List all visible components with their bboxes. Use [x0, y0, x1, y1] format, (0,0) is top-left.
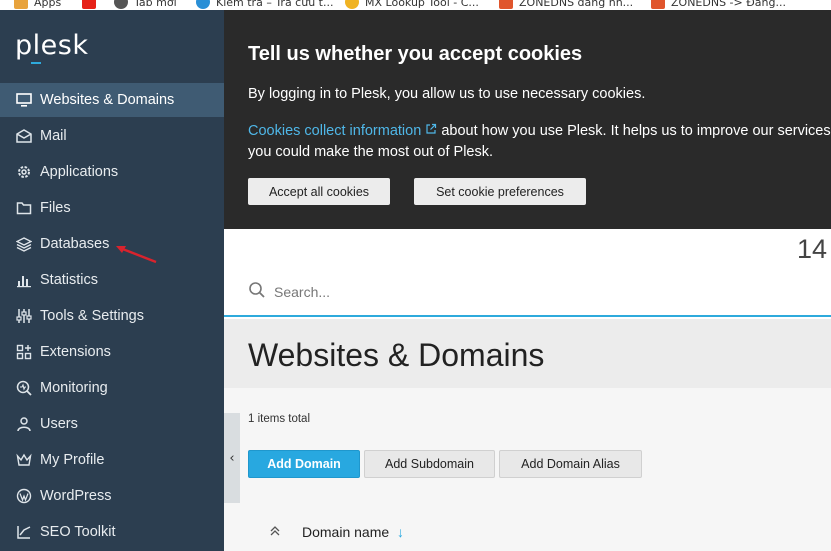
external-link-icon: [426, 123, 437, 134]
cookie-banner-text: By logging in to Plesk, you allow us to …: [248, 86, 646, 102]
accept-all-cookies-button[interactable]: Accept all cookies: [248, 178, 390, 205]
sidebar-item-label: Mail: [40, 128, 67, 144]
sidebar-item-label: My Profile: [40, 452, 105, 468]
monitor-icon: [15, 91, 33, 109]
bookmark-label: Kiểm tra – Tra cứu t...: [216, 0, 334, 9]
add-domain-alias-button[interactable]: Add Domain Alias: [499, 450, 642, 478]
w-icon: [196, 0, 210, 9]
youtube-icon: [82, 0, 96, 9]
sidebar-item-files[interactable]: Files: [0, 191, 224, 225]
domains-panel: 1 items total Add Domain Add Subdomain A…: [224, 388, 831, 551]
page-title: Websites & Domains: [248, 337, 545, 373]
zonedns-icon: [651, 0, 665, 9]
gear-icon: [15, 163, 33, 181]
bookmark-label: ZONEDNS đăng nh...: [519, 0, 634, 9]
sidebar-item-statistics[interactable]: Statistics: [0, 263, 224, 297]
sidebar-item-label: Users: [40, 416, 78, 432]
bookmark-zonedns-1[interactable]: ZONEDNS đăng nh...: [499, 0, 633, 10]
sidebar-item-tools-settings[interactable]: Tools & Settings: [0, 299, 224, 333]
bookmark-label: MX Lookup Tool - C...: [365, 0, 479, 9]
bookmark-label: ZONEDNS -> Đăng...: [671, 0, 786, 9]
cookie-preferences-button[interactable]: Set cookie preferences: [414, 178, 586, 205]
layers-icon: [15, 235, 33, 253]
cookie-banner-title: Tell us whether you accept cookies: [248, 43, 583, 65]
sidebar-item-applications[interactable]: Applications: [0, 155, 224, 189]
sort-down-icon: ↓: [397, 524, 405, 540]
items-total: 1 items total: [248, 413, 310, 425]
sidebar-item-websites-domains[interactable]: Websites & Domains: [0, 83, 224, 117]
mx-icon: [345, 0, 359, 9]
sidebar-item-label: Tools & Settings: [40, 308, 144, 324]
bookmark-label: Apps: [34, 0, 62, 9]
bookmark-label: Tab mới: [134, 0, 177, 9]
search-input[interactable]: [274, 283, 574, 300]
cookies-info-link-text: Cookies collect information: [248, 123, 422, 139]
sidebar-item-label: Websites & Domains: [40, 92, 175, 108]
cookie-banner-details: Cookies collect information about how yo…: [248, 121, 831, 163]
bar-chart-icon: [15, 271, 33, 289]
add-subdomain-button[interactable]: Add Subdomain: [364, 450, 495, 478]
bookmark-new-tab[interactable]: Tab mới: [114, 0, 177, 10]
sidebar-item-label: SEO Toolkit: [40, 524, 116, 540]
crown-icon: [15, 451, 33, 469]
sidebar-item-label: Extensions: [40, 344, 111, 360]
sidebar-item-label: Applications: [40, 164, 119, 180]
bookmark-mx-lookup[interactable]: MX Lookup Tool - C...: [345, 0, 479, 10]
wordpress-icon: [15, 487, 33, 505]
sidebar-item-label: WordPress: [40, 488, 112, 504]
cookies-info-link[interactable]: Cookies collect information: [248, 123, 437, 139]
sidebar-item-label: Statistics: [40, 272, 99, 288]
bookmark-zonedns-2[interactable]: ZONEDNS -> Đăng...: [651, 0, 786, 10]
extensions-icon: [15, 343, 33, 361]
bookmark-apps[interactable]: Apps: [14, 0, 61, 10]
sidebar-item-users[interactable]: Users: [0, 407, 224, 441]
sidebar-item-my-profile[interactable]: My Profile: [0, 443, 224, 477]
search-icon: [248, 281, 266, 303]
sliders-icon: [15, 307, 33, 325]
sidebar-item-mail[interactable]: Mail: [0, 119, 224, 153]
sidebar-item-wordpress[interactable]: WordPress: [0, 479, 224, 513]
apps-grid-icon: [14, 0, 28, 9]
column-header-label: Domain name: [302, 524, 390, 540]
page-counter: 14: [796, 234, 827, 264]
tab-icon: [114, 0, 128, 9]
user-icon: [15, 415, 33, 433]
logo-accent: [31, 62, 41, 64]
bookmarks-bar: Apps Tab mới Kiểm tra – Tra cứu t... MX …: [0, 0, 831, 10]
plesk-logo[interactable]: plesk: [15, 30, 88, 61]
chevron-left-icon: ‹: [229, 450, 235, 466]
sidebar-collapse-handle[interactable]: ‹: [224, 413, 240, 503]
sidebar-item-label: Databases: [40, 236, 110, 252]
sidebar: plesk Websites & Domains Mail Applicatio…: [0, 10, 224, 551]
cookie-banner: Tell us whether you accept cookies By lo…: [224, 10, 831, 229]
column-header-domain-name[interactable]: Domain name ↓: [302, 524, 404, 540]
sidebar-item-label: Monitoring: [40, 380, 108, 396]
chevron-up-icon[interactable]: [270, 525, 280, 539]
sidebar-item-label: Files: [40, 200, 71, 216]
mail-icon: [15, 127, 33, 145]
table-header: Domain name ↓: [224, 513, 831, 551]
sidebar-item-monitoring[interactable]: Monitoring: [0, 371, 224, 405]
add-domain-button[interactable]: Add Domain: [248, 450, 360, 478]
sidebar-item-seo-toolkit[interactable]: SEO Toolkit: [0, 515, 224, 549]
sidebar-item-extensions[interactable]: Extensions: [0, 335, 224, 369]
monitoring-icon: [15, 379, 33, 397]
folder-icon: [15, 199, 33, 217]
bookmark-youtube[interactable]: [82, 0, 96, 10]
zonedns-icon: [499, 0, 513, 9]
page-title-bar: Websites & Domains: [224, 319, 831, 388]
bookmark-kiem-tra[interactable]: Kiểm tra – Tra cứu t...: [196, 0, 333, 10]
search-bar[interactable]: [224, 268, 831, 317]
seo-icon: [15, 523, 33, 541]
annotation-arrow: [116, 246, 157, 264]
